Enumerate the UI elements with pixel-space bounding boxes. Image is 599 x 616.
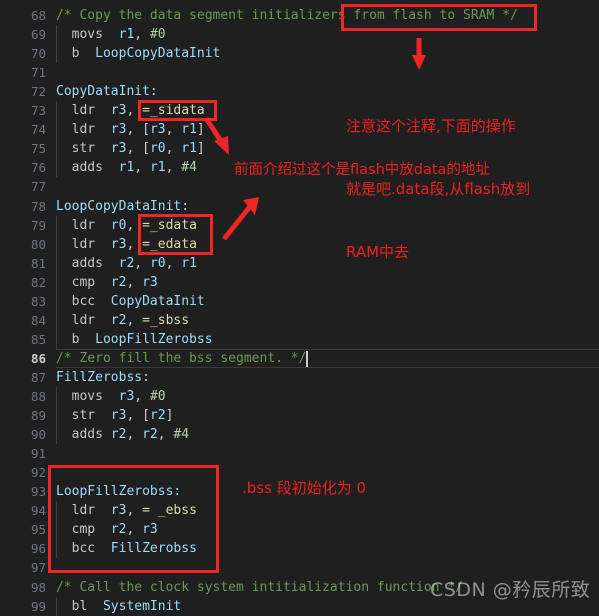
line-content[interactable]: b LoopFillZerobss xyxy=(56,330,599,349)
line-number[interactable]: 88 xyxy=(0,387,46,406)
code-line[interactable]: 87 FillZerobss: xyxy=(0,368,599,387)
line-number[interactable]: 86 xyxy=(0,349,46,368)
line-content[interactable]: movs r3, #0 xyxy=(56,387,599,406)
line-content[interactable]: ldr r3, = _ebss xyxy=(56,501,599,520)
line-content[interactable]: adds r2, r0, r1 xyxy=(56,254,599,273)
code-line[interactable]: 79 ldr r0, =_sdata xyxy=(0,215,599,235)
line-number[interactable]: 90 xyxy=(0,425,46,444)
line-number[interactable]: 81 xyxy=(0,254,46,273)
code-line[interactable]: 84 ldr r2, =_sbss xyxy=(0,310,599,330)
text-caret xyxy=(306,350,308,367)
line-content[interactable]: ldr r0, =_sdata xyxy=(56,216,599,235)
line-number[interactable]: 97 xyxy=(0,558,46,577)
code-line[interactable]: 81 adds r2, r0, r1 xyxy=(0,253,599,273)
code-lines-container[interactable]: 68 /* Copy the data segment initializers … xyxy=(0,0,599,616)
code-line[interactable]: 96 bcc FillZerobss xyxy=(0,539,599,559)
code-line[interactable]: 74 ldr r3, [r3, r1] xyxy=(0,120,599,140)
code-line[interactable]: 98 /* Call the clock system intitializati… xyxy=(0,578,599,597)
line-number[interactable]: 93 xyxy=(0,482,46,501)
line-content[interactable]: LoopFillZerobss: xyxy=(56,482,599,501)
line-number[interactable]: 96 xyxy=(0,539,46,558)
code-line[interactable]: 78 LoopCopyDataInit: xyxy=(0,197,599,216)
line-number[interactable]: 87 xyxy=(0,368,46,387)
code-line[interactable]: 69 movs r1, #0 xyxy=(0,25,599,45)
line-number[interactable]: 74 xyxy=(0,120,46,139)
line-content[interactable]: FillZerobss: xyxy=(56,368,599,387)
line-content[interactable]: ldr r3, =_sidata xyxy=(56,101,599,120)
line-content[interactable]: b LoopCopyDataInit xyxy=(56,44,599,63)
code-line[interactable]: 92 xyxy=(0,463,599,482)
line-number[interactable]: 95 xyxy=(0,520,46,539)
code-line[interactable]: 75 str r3, [r0, r1] xyxy=(0,139,599,159)
code-line[interactable]: 77 xyxy=(0,177,599,196)
line-number[interactable]: 91 xyxy=(0,444,46,463)
code-line[interactable]: 88 movs r3, #0 xyxy=(0,387,599,406)
line-number[interactable]: 76 xyxy=(0,158,46,177)
line-number[interactable]: 94 xyxy=(0,501,46,520)
line-content[interactable]: LoopCopyDataInit: xyxy=(56,197,599,216)
line-number[interactable]: 71 xyxy=(0,63,46,82)
line-number[interactable]: 84 xyxy=(0,311,46,330)
code-line[interactable]: 71 xyxy=(0,63,599,82)
line-content[interactable]: ldr r3, =_edata xyxy=(56,235,599,254)
line-content[interactable]: ldr r3, [r3, r1] xyxy=(56,120,599,139)
line-number[interactable]: 80 xyxy=(0,235,46,254)
line-content[interactable]: bcc FillZerobss xyxy=(56,539,599,558)
line-number[interactable]: 73 xyxy=(0,101,46,120)
code-line[interactable]: 83 bcc CopyDataInit xyxy=(0,291,599,311)
line-number[interactable]: 70 xyxy=(0,44,46,63)
code-editor[interactable]: 68 /* Copy the data segment initializers … xyxy=(0,0,599,616)
line-number[interactable]: 98 xyxy=(0,578,46,597)
code-line[interactable]: 76 adds r1, r1, #4 xyxy=(0,158,599,178)
line-content[interactable]: str r3, [r0, r1] xyxy=(56,139,599,158)
code-line[interactable]: 94 ldr r3, = _ebss xyxy=(0,501,599,521)
line-number[interactable]: 83 xyxy=(0,292,46,311)
line-content[interactable]: ldr r2, =_sbss xyxy=(56,311,599,330)
line-content[interactable]: /* Call the clock system intitialization… xyxy=(56,578,599,597)
code-line[interactable]: 89 str r3, [r2] xyxy=(0,406,599,426)
line-number[interactable]: 69 xyxy=(0,25,46,44)
line-number[interactable]: 75 xyxy=(0,139,46,158)
code-line[interactable]: 86 /* Zero fill the bss segment. */ xyxy=(0,348,599,368)
line-number[interactable]: 79 xyxy=(0,216,46,235)
code-line[interactable]: 90 adds r2, r2, #4 xyxy=(0,425,599,445)
line-content[interactable]: adds r2, r2, #4 xyxy=(56,425,599,444)
line-number[interactable]: 77 xyxy=(0,177,46,196)
code-line[interactable]: 93 LoopFillZerobss: xyxy=(0,482,599,501)
line-content[interactable]: CopyDataInit: xyxy=(56,82,599,101)
line-number[interactable]: 89 xyxy=(0,406,46,425)
line-content[interactable]: cmp r2, r3 xyxy=(56,273,599,292)
line-content[interactable]: bcc CopyDataInit xyxy=(56,292,599,311)
line-content[interactable]: /* Copy the data segment initializers fr… xyxy=(56,6,599,25)
line-number[interactable]: 85 xyxy=(0,330,46,349)
code-line[interactable]: 85 b LoopFillZerobss xyxy=(0,329,599,349)
line-content[interactable]: movs r1, #0 xyxy=(56,25,599,44)
line-content[interactable]: cmp r2, r3 xyxy=(56,520,599,539)
line-content[interactable]: str r3, [r2] xyxy=(56,406,599,425)
code-line[interactable]: 68 /* Copy the data segment initializers … xyxy=(0,6,599,25)
line-number[interactable]: 68 xyxy=(0,6,46,25)
line-number[interactable]: 92 xyxy=(0,463,46,482)
code-line[interactable]: 91 xyxy=(0,444,599,463)
code-line[interactable]: 80 ldr r3, =_edata xyxy=(0,234,599,254)
code-line[interactable]: 95 cmp r2, r3 xyxy=(0,520,599,540)
line-number[interactable]: 82 xyxy=(0,273,46,292)
code-line[interactable]: 97 xyxy=(0,558,599,577)
code-line[interactable]: 72 CopyDataInit: xyxy=(0,82,599,101)
code-line[interactable]: 70 b LoopCopyDataInit xyxy=(0,44,599,64)
line-content[interactable]: adds r1, r1, #4 xyxy=(56,158,599,177)
code-line[interactable]: 82 cmp r2, r3 xyxy=(0,272,599,292)
line-number[interactable]: 78 xyxy=(0,197,46,216)
line-number[interactable]: 72 xyxy=(0,82,46,101)
code-line[interactable]: 73 ldr r3, =_sidata xyxy=(0,101,599,121)
line-content[interactable]: /* Zero fill the bss segment. */ xyxy=(56,349,599,368)
